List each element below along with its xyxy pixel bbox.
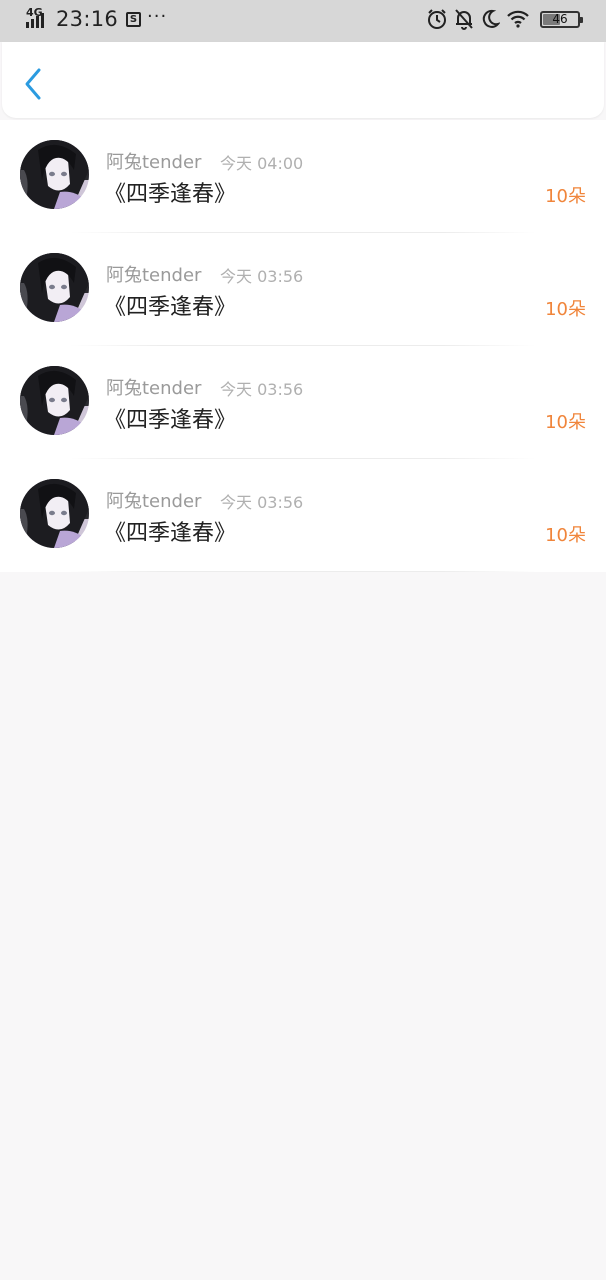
moon-icon	[482, 9, 500, 28]
send-time: 今天 03:56	[220, 267, 304, 286]
send-time: 今天 04:00	[220, 154, 304, 173]
flower-count: 10朵	[545, 186, 586, 207]
chevron-left-icon	[25, 68, 41, 100]
avatar[interactable]	[20, 366, 89, 435]
sender-name: 阿兔tender	[106, 152, 202, 173]
avatar[interactable]	[20, 253, 89, 322]
list-item[interactable]: 阿兔tender 今天 03:56 《四季逢春》 10朵	[0, 346, 606, 459]
work-title: 《四季逢春》	[104, 521, 237, 546]
sender-name: 阿兔tender	[106, 265, 202, 286]
status-right: 46	[426, 8, 583, 30]
list-item[interactable]: 阿兔tender 今天 04:00 《四季逢春》 10朵	[0, 120, 606, 233]
list-item[interactable]: 阿兔tender 今天 03:56 《四季逢春》 10朵	[0, 459, 606, 572]
avatar[interactable]	[20, 140, 89, 209]
battery-level: 46	[552, 11, 568, 26]
send-time: 今天 03:56	[220, 493, 304, 512]
status-bar: 4G 23:16 S ··· 46	[0, 0, 606, 42]
bell-off-icon	[455, 9, 473, 30]
list-item[interactable]: 阿兔tender 今天 03:56 《四季逢春》 10朵	[0, 233, 606, 346]
status-left: 4G 23:16 S ···	[24, 5, 168, 31]
alarm-icon	[428, 9, 446, 29]
flower-count: 10朵	[545, 299, 586, 320]
flower-count: 10朵	[545, 525, 586, 546]
nav-bar	[2, 42, 604, 118]
flower-count: 10朵	[545, 412, 586, 433]
divider	[70, 571, 536, 572]
avatar[interactable]	[20, 479, 89, 548]
work-title: 《四季逢春》	[104, 182, 237, 207]
more-dots-icon: ···	[147, 5, 168, 27]
send-time: 今天 03:56	[220, 380, 304, 399]
screenshot-icon: S	[126, 11, 142, 27]
signal-icon: 4G	[24, 6, 50, 30]
battery-icon: 46	[540, 10, 583, 28]
work-title: 《四季逢春》	[104, 295, 237, 320]
back-button[interactable]	[20, 66, 48, 102]
sender-name: 阿兔tender	[106, 491, 202, 512]
gift-record-list: 阿兔tender 今天 04:00 《四季逢春》 10朵 阿兔tender 今天…	[0, 120, 606, 572]
work-title: 《四季逢春》	[104, 408, 237, 433]
wifi-icon	[507, 10, 529, 28]
sender-name: 阿兔tender	[106, 378, 202, 399]
clock: 23:16	[56, 7, 119, 31]
